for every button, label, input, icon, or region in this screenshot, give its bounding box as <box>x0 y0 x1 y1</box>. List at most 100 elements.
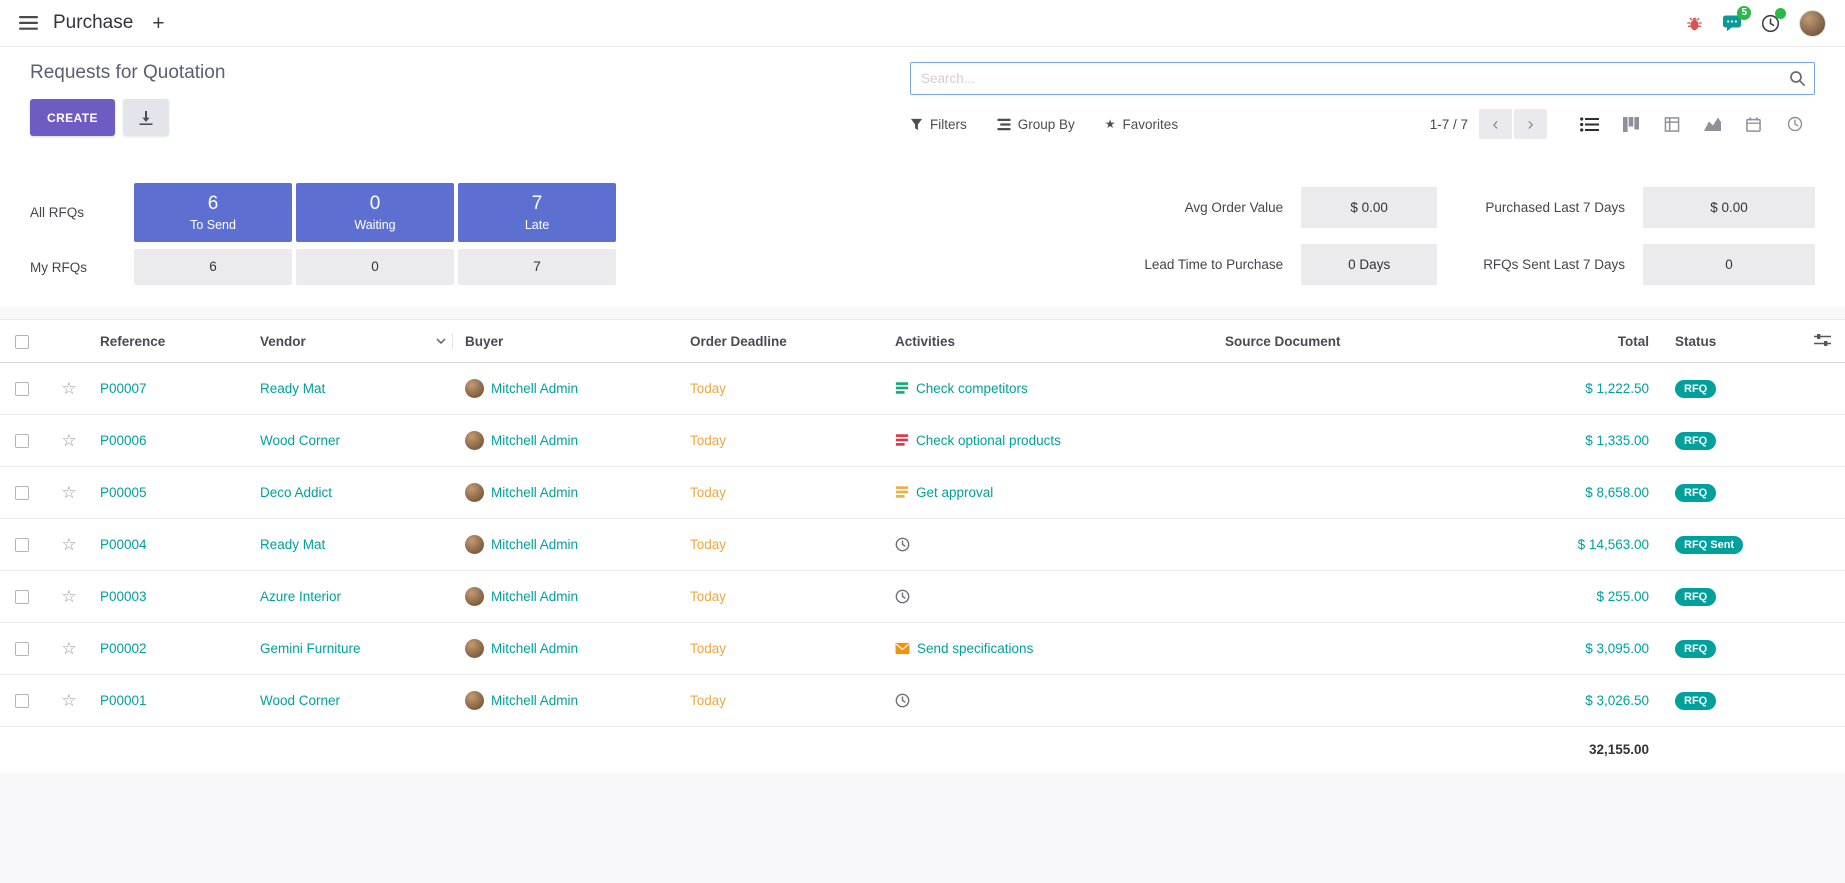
vendor-link[interactable]: Wood Corner <box>260 693 340 708</box>
stat-waiting[interactable]: 0 Waiting <box>296 183 454 242</box>
reference-link[interactable]: P00007 <box>100 381 147 396</box>
table-row[interactable]: ☆ P00003 Azure Interior Mitchell Admin T… <box>0 571 1845 623</box>
export-button[interactable] <box>123 99 169 136</box>
search-input[interactable] <box>910 62 1815 95</box>
header-source-document[interactable]: Source Document <box>1219 320 1459 363</box>
stat-to-send[interactable]: 6 To Send <box>134 183 292 242</box>
activity-label[interactable]: Get approval <box>916 485 993 500</box>
buyer-link[interactable]: Mitchell Admin <box>491 381 578 396</box>
row-checkbox[interactable] <box>15 382 29 396</box>
row-checkbox[interactable] <box>15 538 29 552</box>
search-icon[interactable] <box>1789 70 1806 90</box>
reference-link[interactable]: P00002 <box>100 641 147 656</box>
table-row[interactable]: ☆ P00005 Deco Addict Mitchell Admin Toda… <box>0 467 1845 519</box>
clock-icon[interactable] <box>895 693 910 708</box>
hamburger-menu-icon[interactable] <box>19 16 38 30</box>
stat-my-to-send[interactable]: 6 <box>134 249 292 285</box>
tasks-icon[interactable] <box>895 485 909 499</box>
table-row[interactable]: ☆ P00002 Gemini Furniture Mitchell Admin… <box>0 623 1845 675</box>
select-all-checkbox[interactable] <box>15 335 29 349</box>
vendor-link[interactable]: Ready Mat <box>260 537 325 552</box>
favorite-star-icon[interactable]: ☆ <box>61 639 76 658</box>
stat-my-waiting[interactable]: 0 <box>296 249 454 285</box>
filters-button[interactable]: Filters <box>910 117 967 132</box>
header-activities[interactable]: Activities <box>889 320 1219 363</box>
reference-link[interactable]: P00003 <box>100 589 147 604</box>
tasks-icon[interactable] <box>895 381 909 395</box>
favorite-star-icon[interactable]: ☆ <box>61 535 76 554</box>
table-header-row: Reference Vendor Buyer Order Deadline Ac… <box>0 320 1845 363</box>
table-row[interactable]: ☆ P00006 Wood Corner Mitchell Admin Toda… <box>0 415 1845 467</box>
row-checkbox[interactable] <box>15 694 29 708</box>
reference-link[interactable]: P00006 <box>100 433 147 448</box>
vendor-link[interactable]: Ready Mat <box>260 381 325 396</box>
buyer-link[interactable]: Mitchell Admin <box>491 641 578 656</box>
buyer-link[interactable]: Mitchell Admin <box>491 485 578 500</box>
favorite-star-icon[interactable]: ☆ <box>61 379 76 398</box>
kanban-view-button[interactable] <box>1610 109 1651 139</box>
stat-late[interactable]: 7 Late <box>458 183 616 242</box>
reference-link[interactable]: P00005 <box>100 485 147 500</box>
header-vendor[interactable]: Vendor <box>254 320 459 363</box>
app-name[interactable]: Purchase <box>53 12 133 34</box>
user-avatar[interactable] <box>1799 10 1826 37</box>
pivot-view-button[interactable] <box>1651 109 1692 139</box>
vendor-link[interactable]: Deco Addict <box>260 485 332 500</box>
group-by-icon <box>997 118 1011 131</box>
favorite-star-icon[interactable]: ☆ <box>61 431 76 450</box>
favorites-button[interactable]: ★ Favorites <box>1105 117 1178 132</box>
buyer-link[interactable]: Mitchell Admin <box>491 433 578 448</box>
stat-my-late[interactable]: 7 <box>458 249 616 285</box>
table-row[interactable]: ☆ P00001 Wood Corner Mitchell Admin Toda… <box>0 675 1845 727</box>
graph-view-button[interactable] <box>1692 109 1733 139</box>
vendor-link[interactable]: Azure Interior <box>260 589 341 604</box>
table-row[interactable]: ☆ P00007 Ready Mat Mitchell Admin Today … <box>0 363 1845 415</box>
clock-icon[interactable] <box>895 589 910 604</box>
create-button[interactable]: CREATE <box>30 99 115 136</box>
row-checkbox[interactable] <box>15 434 29 448</box>
buyer-link[interactable]: Mitchell Admin <box>491 537 578 552</box>
debug-bug-icon[interactable] <box>1686 15 1703 32</box>
row-checkbox[interactable] <box>15 642 29 656</box>
activity-label[interactable]: Check competitors <box>916 381 1028 396</box>
pager-next-button[interactable]: › <box>1514 109 1547 139</box>
activity-view-button[interactable] <box>1774 109 1815 139</box>
list-view-button[interactable] <box>1569 109 1610 139</box>
favorite-star-icon[interactable]: ☆ <box>61 587 76 606</box>
buyer-avatar <box>465 535 484 554</box>
favorite-star-icon[interactable]: ☆ <box>61 691 76 710</box>
row-checkbox[interactable] <box>15 486 29 500</box>
optional-columns-button[interactable] <box>1814 335 1831 350</box>
topbar: Purchase + 5 <box>0 0 1845 47</box>
download-icon <box>138 110 154 126</box>
calendar-view-button[interactable] <box>1733 109 1774 139</box>
favorite-star-icon[interactable]: ☆ <box>61 483 76 502</box>
total-amount: $ 3,026.50 <box>1585 693 1649 708</box>
lead-time-label: Lead Time to Purchase <box>1144 257 1283 272</box>
vendor-link[interactable]: Gemini Furniture <box>260 641 361 656</box>
sliders-icon <box>1814 333 1831 347</box>
page-title: Requests for Quotation <box>30 62 225 84</box>
pager-previous-button[interactable]: ‹ <box>1479 109 1512 139</box>
row-checkbox[interactable] <box>15 590 29 604</box>
activities-clock-icon[interactable] <box>1761 14 1780 33</box>
table-row[interactable]: ☆ P00004 Ready Mat Mitchell Admin Today … <box>0 519 1845 571</box>
tasks-icon[interactable] <box>895 433 909 447</box>
add-favorite-icon[interactable]: + <box>152 13 164 34</box>
buyer-link[interactable]: Mitchell Admin <box>491 693 578 708</box>
vendor-link[interactable]: Wood Corner <box>260 433 340 448</box>
activity-label[interactable]: Check optional products <box>916 433 1061 448</box>
buyer-link[interactable]: Mitchell Admin <box>491 589 578 604</box>
header-reference[interactable]: Reference <box>94 320 254 363</box>
envelope-icon[interactable] <box>895 642 910 655</box>
reference-link[interactable]: P00004 <box>100 537 147 552</box>
header-buyer[interactable]: Buyer <box>459 320 684 363</box>
reference-link[interactable]: P00001 <box>100 693 147 708</box>
clock-icon[interactable] <box>895 537 910 552</box>
header-order-deadline[interactable]: Order Deadline <box>684 320 889 363</box>
activity-label[interactable]: Send specifications <box>917 641 1033 656</box>
header-status[interactable]: Status <box>1669 320 1799 363</box>
messages-icon[interactable]: 5 <box>1722 14 1742 32</box>
header-total[interactable]: Total <box>1459 320 1669 363</box>
group-by-button[interactable]: Group By <box>997 117 1075 132</box>
